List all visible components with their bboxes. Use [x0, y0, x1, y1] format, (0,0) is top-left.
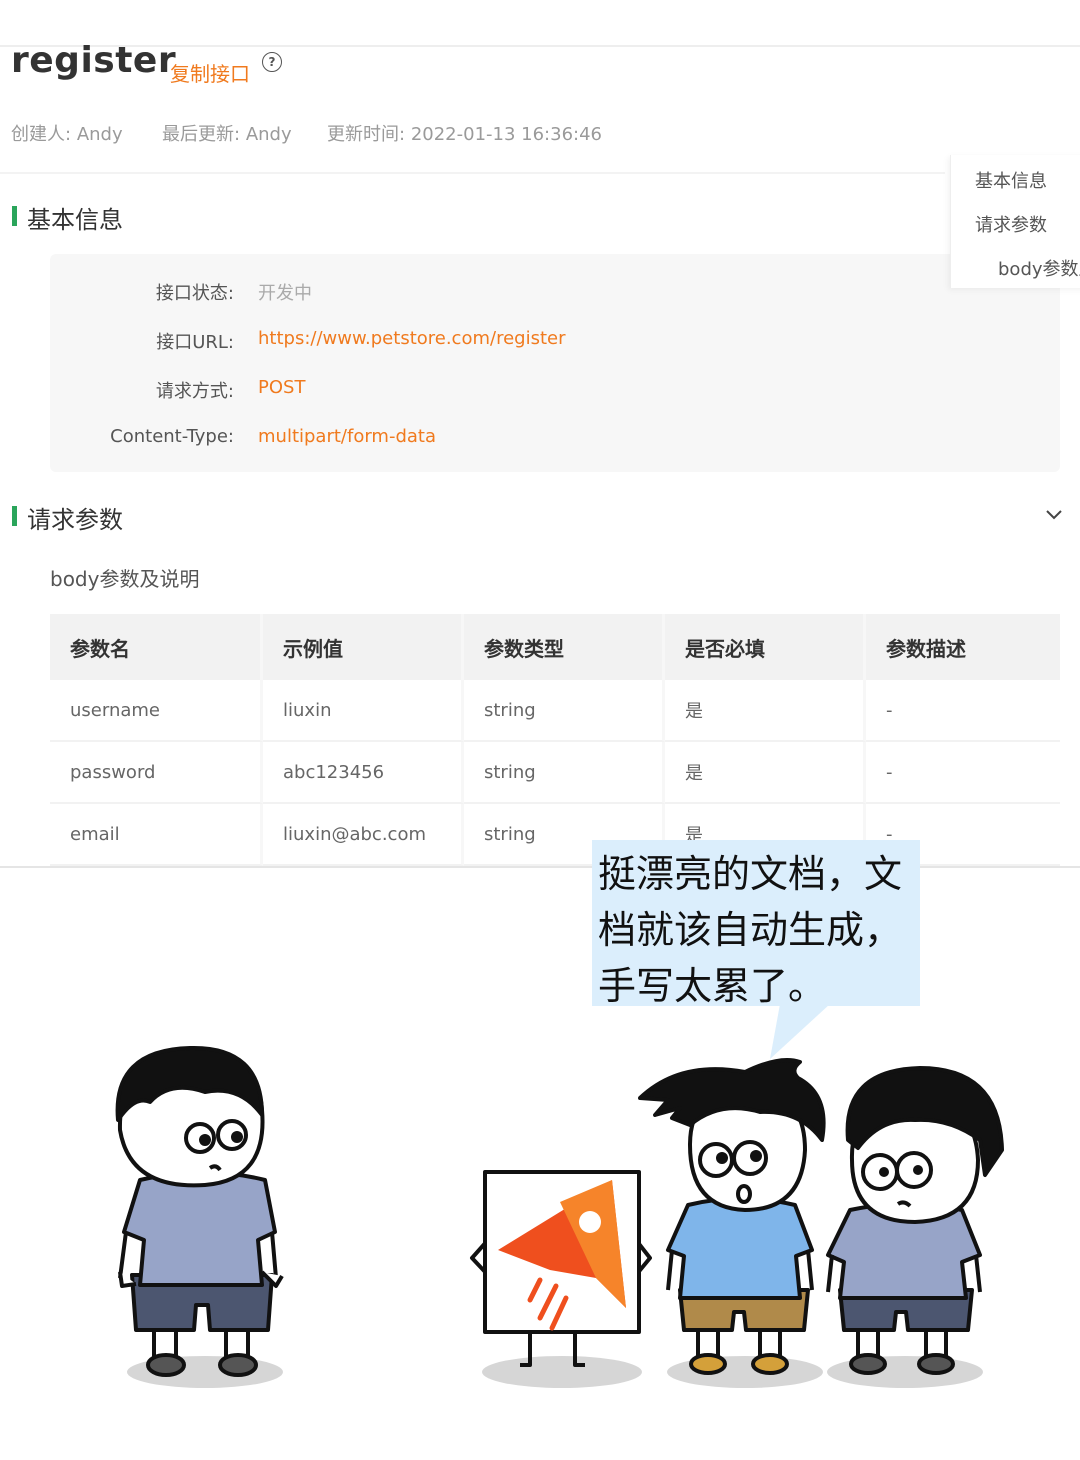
- param-type: string: [464, 742, 665, 804]
- creator-value: Andy: [76, 124, 123, 145]
- param-name: username: [50, 680, 263, 742]
- request-params-heading: 请求参数: [27, 506, 123, 534]
- basic-info-panel: 接口状态: 开发中 接口URL: https://www.petstore.co…: [50, 254, 1060, 472]
- info-label: 接口URL:: [156, 332, 234, 353]
- comic-illustration: [115, 1045, 1004, 1388]
- shadow: [482, 1356, 642, 1388]
- table-of-contents: 基本信息 请求参数 body参数及: [950, 155, 1080, 288]
- toc-item-basic-info[interactable]: 基本信息: [975, 167, 1047, 193]
- param-name: password: [50, 742, 263, 804]
- info-label: 请求方式:: [155, 381, 234, 402]
- info-row-method: 请求方式: POST: [50, 377, 1060, 407]
- column-header: 参数类型: [464, 614, 665, 680]
- column-header: 参数名: [50, 614, 263, 680]
- param-example: abc123456: [263, 742, 464, 804]
- table-row: password abc123456 string 是 -: [50, 742, 1060, 804]
- last-updater-label: 最后更新:: [162, 124, 241, 145]
- update-time-label: 更新时间:: [327, 124, 406, 145]
- update-time-value: 2022-01-13 16:36:46: [410, 124, 602, 145]
- param-example: liuxin: [263, 680, 464, 742]
- api-title: register: [11, 40, 177, 81]
- body-params-subtitle: body参数及说明: [50, 567, 200, 591]
- param-required: 是: [665, 742, 866, 804]
- api-url-link[interactable]: https://www.petstore.com/register: [258, 328, 566, 349]
- info-row-url: 接口URL: https://www.petstore.com/register: [50, 328, 1060, 358]
- content-type-value: multipart/form-data: [258, 426, 436, 447]
- speech-text: 挺漂亮的文档，文档就该自动生成，手写太累了。: [598, 852, 903, 1008]
- info-label: 接口状态:: [155, 283, 234, 304]
- speech-bubble: 挺漂亮的文档，文档就该自动生成，手写太累了。: [592, 840, 920, 1008]
- column-header: 参数描述: [866, 614, 1060, 680]
- basic-info-heading: 基本信息: [27, 206, 123, 234]
- params-table: 参数名 示例值 参数类型 是否必填 参数描述 username liuxin s…: [50, 614, 1060, 866]
- right-character: [826, 1066, 1004, 1375]
- middle-character: [638, 1058, 826, 1375]
- question-circle-icon[interactable]: ?: [262, 52, 282, 72]
- toc-item-body-params[interactable]: body参数及: [998, 255, 1080, 281]
- param-name: email: [50, 804, 263, 866]
- param-description: -: [866, 680, 1060, 742]
- info-row-status: 接口状态: 开发中: [50, 279, 1060, 309]
- info-label: Content-Type:: [110, 426, 234, 447]
- update-time-meta: 更新时间: 2022-01-13 16:36:46: [327, 120, 602, 146]
- section-marker: [12, 506, 17, 526]
- section-marker: [12, 206, 17, 226]
- method-value: POST: [258, 377, 306, 398]
- param-example: liuxin@abc.com: [263, 804, 464, 866]
- status-value: 开发中: [258, 283, 312, 304]
- left-character: [115, 1045, 284, 1377]
- column-header: 是否必填: [665, 614, 866, 680]
- info-row-content-type: Content-Type: multipart/form-data: [50, 426, 1060, 456]
- table-row: username liuxin string 是 -: [50, 680, 1060, 742]
- last-updater-meta: 最后更新: Andy: [162, 120, 292, 146]
- creator-label: 创建人:: [11, 124, 72, 145]
- copy-api-link[interactable]: 复制接口: [170, 58, 250, 87]
- chevron-down-icon[interactable]: [1044, 505, 1064, 525]
- param-type: string: [464, 680, 665, 742]
- last-updater-value: Andy: [245, 124, 292, 145]
- table-header-row: 参数名 示例值 参数类型 是否必填 参数描述: [50, 614, 1060, 680]
- creator-meta: 创建人: Andy: [11, 120, 123, 146]
- toc-item-request-params[interactable]: 请求参数: [975, 211, 1047, 237]
- param-description: -: [866, 742, 1060, 804]
- api-doc-screenshot: register 复制接口 ? 创建人: Andy 最后更新: Andy 更新时…: [0, 0, 1080, 868]
- param-required: 是: [665, 680, 866, 742]
- column-header: 示例值: [263, 614, 464, 680]
- logo-sign: [470, 1170, 652, 1367]
- header-divider: [0, 172, 945, 174]
